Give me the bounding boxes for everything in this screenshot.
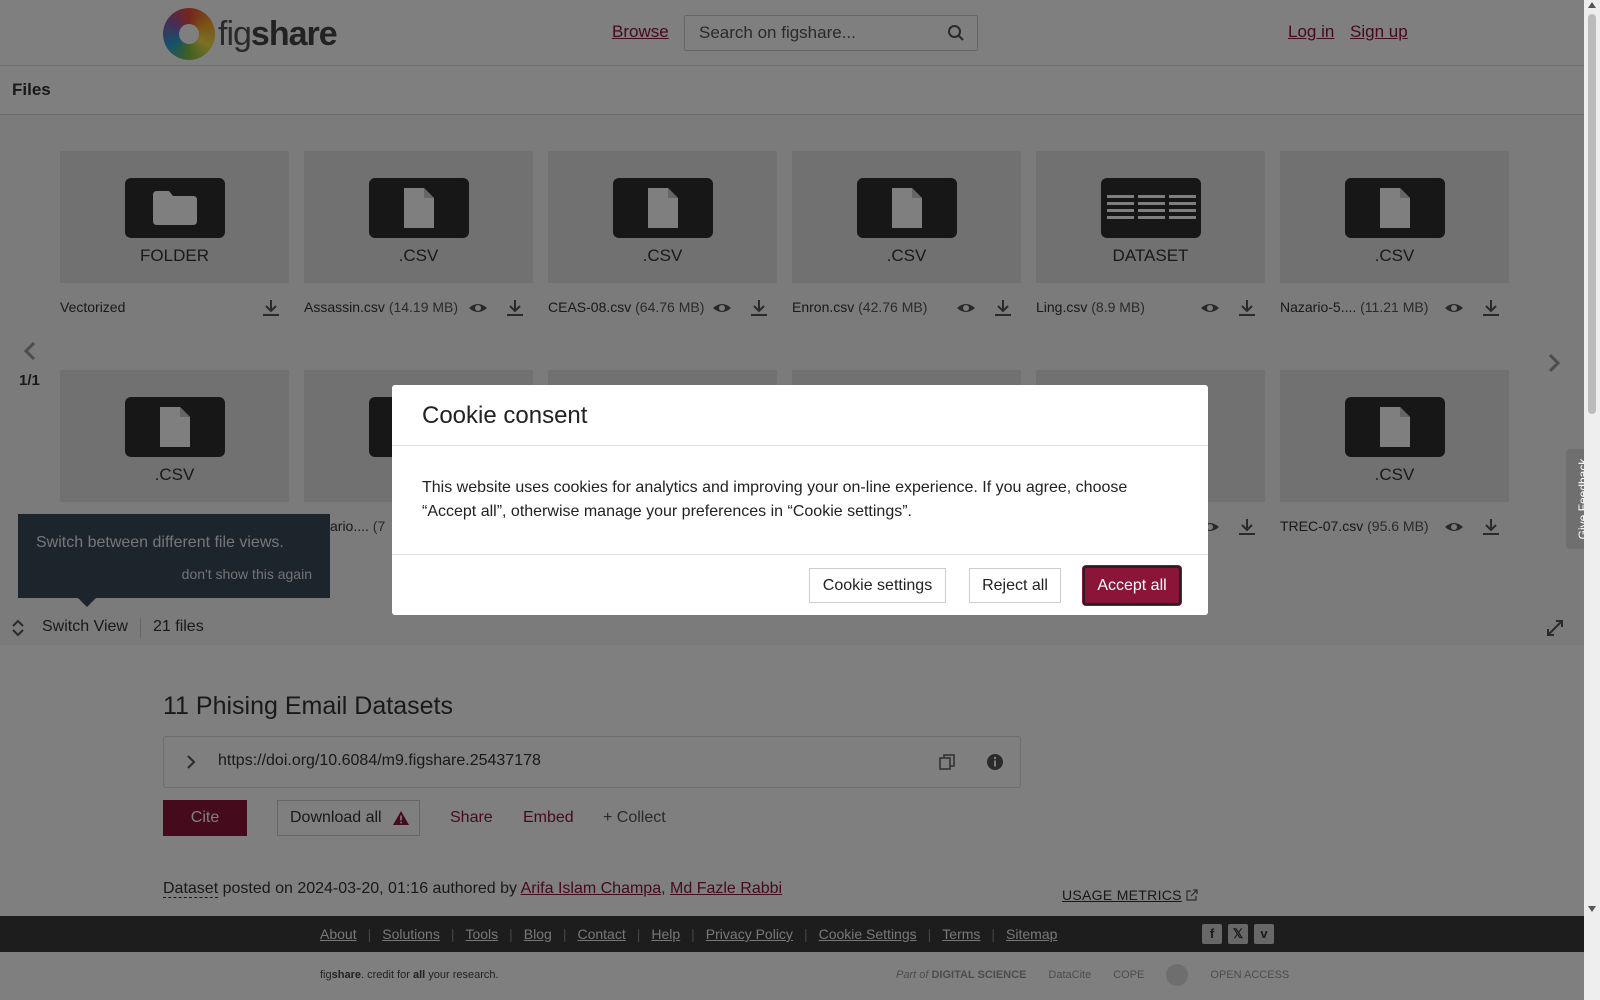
divider	[392, 554, 1208, 555]
scrollbar[interactable]	[1584, 0, 1600, 1000]
dialog-title: Cookie consent	[422, 402, 588, 429]
scroll-thumb[interactable]	[1588, 14, 1596, 414]
dialog-body: This website uses cookies for analytics …	[422, 479, 1128, 520]
reject-all-button[interactable]: Reject all	[969, 568, 1061, 603]
scroll-down-icon[interactable]	[1588, 906, 1596, 912]
cookie-consent-dialog: Cookie consent This website uses cookies…	[392, 385, 1208, 615]
scroll-up-icon[interactable]	[1588, 2, 1596, 8]
divider	[392, 445, 1208, 446]
cookie-settings-button[interactable]: Cookie settings	[809, 568, 946, 603]
accept-all-button[interactable]: Accept all	[1083, 566, 1181, 605]
